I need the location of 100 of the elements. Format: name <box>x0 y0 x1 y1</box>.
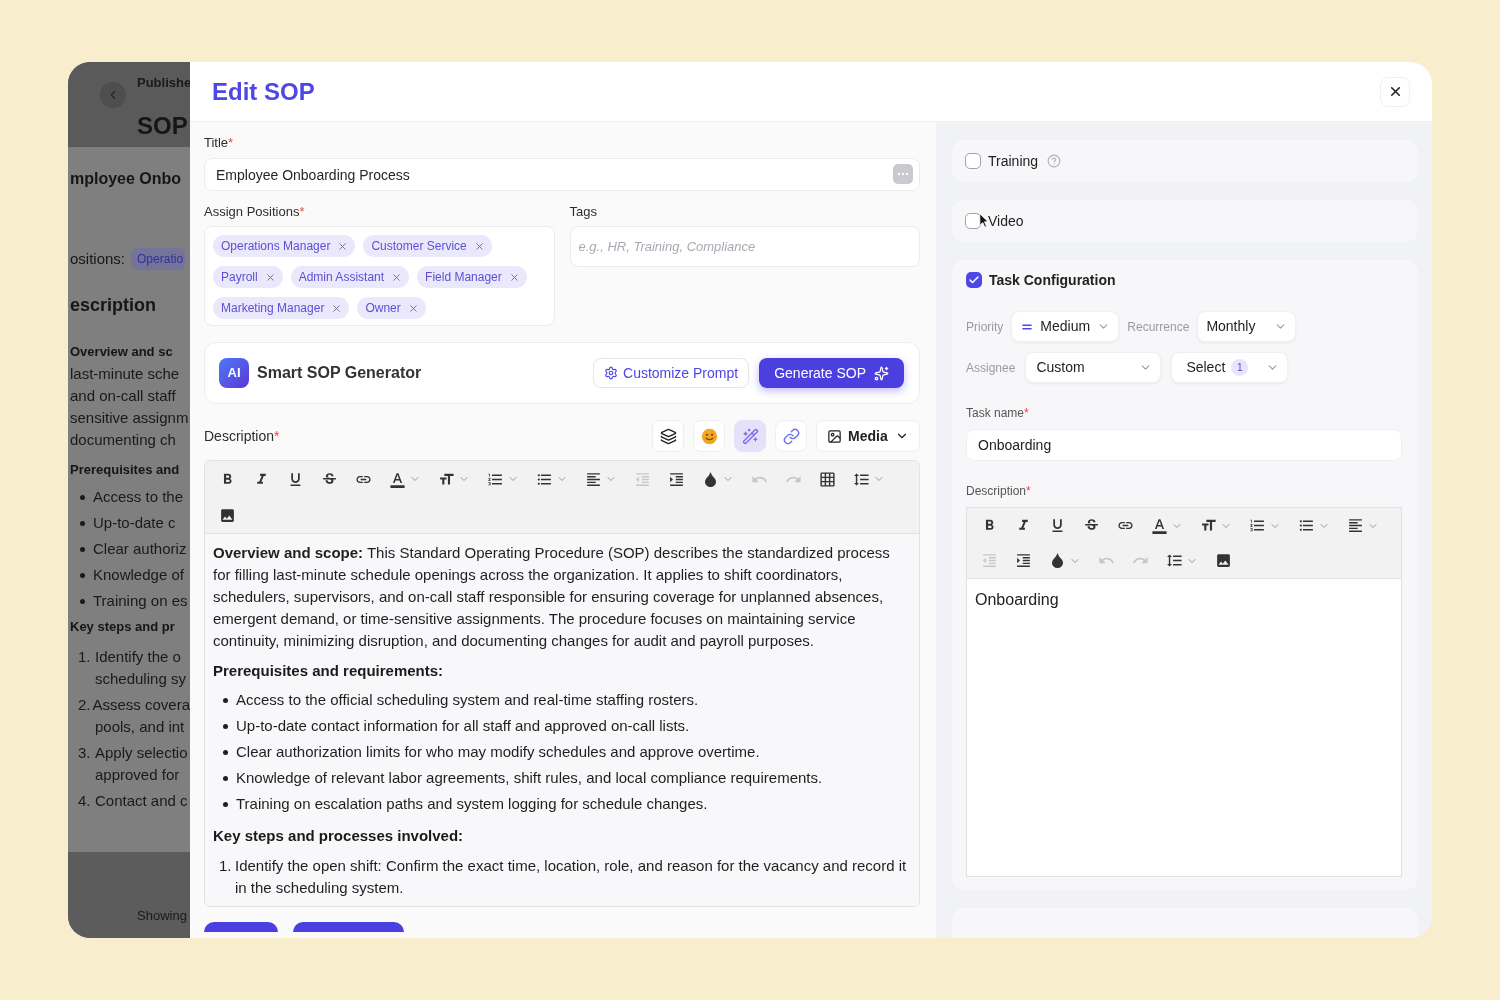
priority-label: Priority <box>966 318 1004 336</box>
positions-field[interactable]: Operations Manager Customer Service Payroll Admin Assistant Field Manager Marketing Manager Owner <box>204 226 555 326</box>
assignee-select[interactable]: Custom <box>1025 352 1162 383</box>
tag-label: Operations Manager <box>221 238 331 255</box>
option-label: Task Configuration <box>989 270 1116 290</box>
bullet-icon <box>80 494 85 500</box>
list-item-text: Identify the open shift: Confirm the exact time, location, role, and reason for the vacancy and record it in the scheduling system. <box>235 856 908 898</box>
bullet-icon <box>223 723 228 729</box>
section-heading: Prerequisites and requirements: <box>213 661 445 681</box>
list-item-text: pools, and int <box>95 717 186 737</box>
layers-button[interactable] <box>652 420 684 452</box>
paragraph: Overview and scope: This Standard Operating Procedure (SOP) describes the standardized process for filling last-minute schedule openings across the organization. It applies to shift coordinators, schedulers, supervisors, and on-call staff responsible for ensuring coverage for unplanned absences, emergent demand, or time-sensitive assignments. The procedure focuses on maintaining service continuity, minimizing disruption, and documenting changes for audit and payroll purposes. <box>213 543 891 651</box>
checkbox[interactable] <box>965 153 981 169</box>
outdent-icon <box>981 552 998 569</box>
tag-label: Field Manager <box>425 269 502 286</box>
list-item-text: Clear authorization limits for who may modify schedules and approve overtime. <box>236 742 760 762</box>
bullet-icon <box>223 697 228 703</box>
list-item-text: approved for <box>95 765 181 785</box>
close-icon[interactable] <box>508 271 520 283</box>
bulleted-list-icon <box>1298 517 1315 534</box>
list-item-text: Training on es <box>93 591 188 611</box>
outdent-icon <box>634 470 651 488</box>
positions-label: ositions: <box>70 248 126 269</box>
field-label: Description* <box>966 484 1032 498</box>
list-number: 3. <box>78 743 92 763</box>
close-icon[interactable] <box>337 240 349 252</box>
droplet-icon <box>1049 552 1066 569</box>
sparkles-icon <box>874 365 889 381</box>
list-item-text: Contact and c <box>95 791 188 811</box>
tag-label: Owner <box>365 300 401 317</box>
table-icon <box>819 470 836 488</box>
generator-title: Smart SOP Generator <box>257 363 422 383</box>
breadcrumb: Publishe <box>137 75 190 91</box>
task-name-input[interactable]: Onboarding <box>966 429 1402 461</box>
footer-button[interactable] <box>293 922 404 932</box>
paragraph-line: last-minute sche <box>70 364 181 384</box>
close-icon[interactable] <box>473 240 485 252</box>
list-number: 1. <box>78 647 92 667</box>
cursor-icon <box>979 213 989 228</box>
list-item-text: scheduling sy <box>95 669 187 689</box>
close-icon[interactable] <box>391 271 403 283</box>
tag-label: Payroll <box>221 269 258 286</box>
bullet-icon <box>80 598 85 604</box>
list-number: 4. <box>78 791 92 811</box>
magic-wand-button[interactable] <box>734 420 766 452</box>
recurrence-label: Recurrence <box>1127 318 1190 336</box>
text-color-icon <box>1151 517 1168 534</box>
list-item-text: Apply selectio <box>95 743 188 763</box>
option-label: Training <box>988 151 1039 171</box>
dialog-title: Edit SOP <box>212 76 315 107</box>
indent-icon <box>1015 552 1032 569</box>
footer-button[interactable] <box>204 922 278 932</box>
option-label: Video <box>988 211 1024 231</box>
section-heading: Overview and sc <box>70 343 174 361</box>
generate-button[interactable]: Generate SOP <box>759 358 904 388</box>
title-input[interactable]: Employee Onboarding Process <box>204 158 920 191</box>
recurrence-select[interactable]: Monthly <box>1197 311 1297 342</box>
generator-logo: AI <box>219 358 249 388</box>
close-icon[interactable] <box>407 302 419 314</box>
tag-label: Admin Assistant <box>298 269 385 286</box>
tag-label: Marketing Manager <box>221 300 325 317</box>
close-button[interactable] <box>1380 76 1410 107</box>
paragraph-line: sensitive assignm <box>70 408 190 428</box>
description-editor[interactable] <box>204 460 920 907</box>
priority-select[interactable]: Medium <box>1011 311 1120 342</box>
smiley-button[interactable] <box>693 420 725 452</box>
tags-input[interactable]: e.g., HR, Training, Compliance <box>569 226 920 267</box>
list-item-text: Identify the o <box>95 647 181 667</box>
layers-icon <box>659 427 677 445</box>
list-item-text: Access to the official scheduling system and real-time staffing rosters. <box>236 690 699 710</box>
assignee-label: Assignee <box>966 359 1016 377</box>
close-icon[interactable] <box>331 302 343 314</box>
footer-text: Showing <box>137 908 187 923</box>
editor-text: Onboarding <box>975 591 1059 608</box>
checkbox[interactable] <box>966 272 982 288</box>
gear-icon <box>604 366 618 380</box>
bullet-icon <box>80 520 85 526</box>
member-select[interactable]: Select 1 <box>1171 352 1289 383</box>
bullet-icon <box>223 749 228 755</box>
bullet-icon <box>223 801 228 807</box>
close-icon[interactable] <box>264 271 276 283</box>
droplet-icon <box>702 470 719 488</box>
image-icon <box>1215 552 1232 569</box>
check-icon <box>968 274 980 286</box>
bullet-icon <box>80 546 85 552</box>
paragraph-line: and on-call staff <box>70 386 177 406</box>
description-editor[interactable]: Onboarding <box>966 507 1402 877</box>
bullet-icon <box>80 572 85 578</box>
field-label: Title* <box>204 135 235 151</box>
list-item-text: Up-to-date c <box>93 513 176 533</box>
media-button[interactable]: Media <box>816 420 920 452</box>
record-title: mployee Onbo <box>70 169 183 189</box>
align-left-icon <box>1347 517 1364 534</box>
bullet-icon <box>223 775 228 781</box>
indent-icon <box>668 470 685 488</box>
list-item-text: Knowledge of relevant labor agreements, shift rules, and local compliance requirements. <box>236 768 823 788</box>
link-icon <box>782 427 800 445</box>
tag-label: Customer Service <box>371 238 467 255</box>
align-left-icon <box>585 470 602 488</box>
customize-prompt-button[interactable]: Customize Prompt <box>593 358 750 388</box>
